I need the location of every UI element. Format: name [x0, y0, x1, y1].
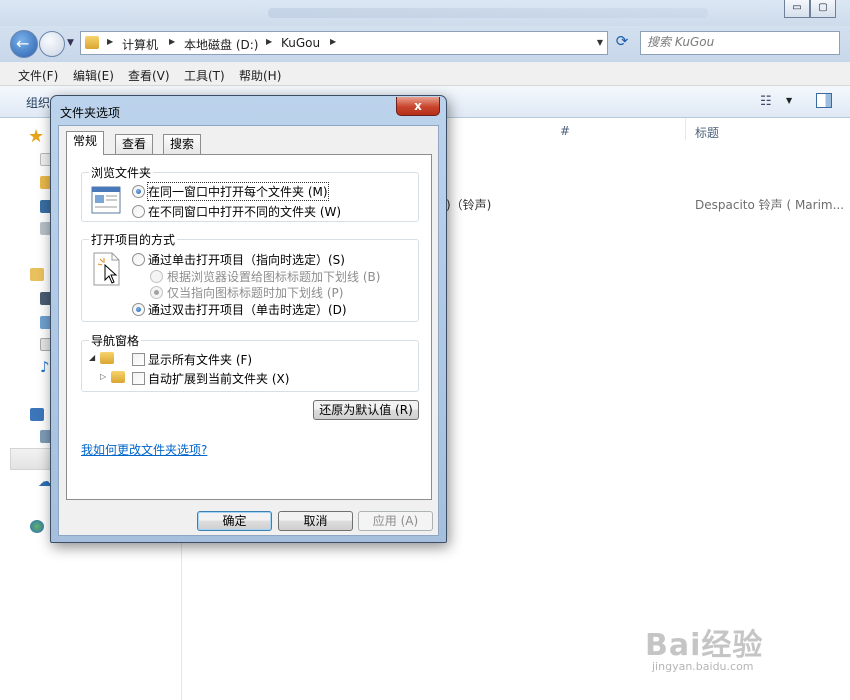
- menu-tools[interactable]: 工具(T): [184, 67, 225, 84]
- tab-search[interactable]: 搜索: [163, 134, 202, 154]
- radio-new-window[interactable]: [132, 205, 145, 218]
- tab-view-label: 查看: [122, 137, 147, 151]
- radio-double-click[interactable]: [132, 303, 145, 316]
- libraries-icon[interactable]: [30, 268, 44, 281]
- search-box[interactable]: [640, 31, 840, 55]
- folder-icon: [100, 352, 114, 364]
- column-header-title[interactable]: 标题: [695, 124, 719, 141]
- forward-button[interactable]: [39, 31, 65, 57]
- file-name-cell[interactable]: )（铃声): [446, 196, 491, 213]
- menu-help[interactable]: 帮助(H): [239, 67, 281, 84]
- click-items-group: 打开项目的方式 通过单击打开项目（指向时选定）(S) 根据浏览器设置给图标标题加…: [81, 231, 419, 322]
- dialog-title: 文件夹选项: [60, 106, 121, 120]
- dialog-body: 常规 查看 搜索 浏览文件夹 在同一窗口中打开每个文件夹 (M) 在不同窗口中打…: [58, 125, 439, 536]
- preview-pane-icon[interactable]: [816, 93, 832, 108]
- tree-collapsed-icon: ▷: [100, 372, 107, 381]
- radio-underline-browser: [150, 270, 163, 283]
- blurred-title-text: [268, 8, 708, 18]
- baidu-watermark-logo: Bai经验: [645, 628, 764, 663]
- radio-single-click[interactable]: [132, 253, 145, 266]
- tab-search-label: 搜索: [170, 137, 195, 151]
- click-items-title: 打开项目的方式: [89, 231, 178, 248]
- option-underline-browser: 根据浏览器设置给图标标题加下划线 (B): [167, 270, 381, 284]
- music-library-icon[interactable]: ♪: [40, 358, 50, 376]
- computer-icon[interactable]: [30, 408, 44, 421]
- navigation-pane-title: 导航窗格: [89, 332, 142, 349]
- general-tab-panel: 浏览文件夹 在同一窗口中打开每个文件夹 (M) 在不同窗口中打开不同的文件夹 (…: [66, 154, 432, 500]
- folder-icon: [111, 371, 125, 383]
- menu-bar: 文件(F) 编辑(E) 查看(V) 工具(T) 帮助(H): [0, 62, 850, 86]
- window-illustration-icon: [91, 186, 121, 214]
- breadcrumb-disk-d[interactable]: 本地磁盘 (D:): [184, 36, 258, 53]
- menu-edit[interactable]: 编辑(E): [73, 67, 114, 84]
- maximize-button[interactable]: ▢: [810, 0, 836, 18]
- column-divider[interactable]: [685, 118, 686, 140]
- column-header-number[interactable]: #: [560, 124, 570, 138]
- tab-general-label: 常规: [73, 134, 98, 148]
- option-show-all-folders[interactable]: 显示所有文件夹 (F): [148, 351, 252, 368]
- history-chevron-icon[interactable]: ▼: [67, 38, 74, 48]
- refresh-icon[interactable]: ⟳: [610, 32, 634, 54]
- minimize-button[interactable]: ▭: [784, 0, 810, 18]
- explorer-titlebar: ▭ ▢: [0, 0, 850, 26]
- radio-underline-hover: [150, 286, 163, 299]
- breadcrumb-separator-icon[interactable]: ▶: [266, 37, 272, 46]
- search-input[interactable]: [647, 35, 827, 49]
- back-arrow-icon: ←: [16, 34, 30, 53]
- file-title-cell[interactable]: Despacito 铃声 ( Marim...: [695, 196, 844, 213]
- tab-view[interactable]: 查看: [115, 134, 154, 154]
- favorites-star-icon[interactable]: ★: [28, 126, 44, 147]
- menu-view[interactable]: 查看(V): [128, 67, 170, 84]
- baidu-watermark-url: jingyan.baidu.com: [652, 660, 754, 673]
- address-bar[interactable]: ▶ 计算机 ▶ 本地磁盘 (D:) ▶ KuGou ▶ ▼: [80, 31, 608, 55]
- option-double-click[interactable]: 通过双击打开项目（单击时选定）(D): [148, 301, 347, 318]
- checkbox-auto-expand[interactable]: [132, 372, 145, 385]
- network-icon[interactable]: [30, 520, 44, 533]
- browse-folders-group: 浏览文件夹 在同一窗口中打开每个文件夹 (M) 在不同窗口中打开不同的文件夹 (…: [81, 164, 419, 222]
- tab-general[interactable]: 常规: [66, 131, 105, 155]
- dialog-close-button[interactable]: x: [396, 97, 440, 116]
- browse-folders-title: 浏览文件夹: [89, 164, 154, 181]
- breadcrumb-computer[interactable]: 计算机: [122, 36, 158, 53]
- menu-file[interactable]: 文件(F): [18, 67, 58, 84]
- radio-same-window[interactable]: [132, 185, 145, 198]
- pointer-click-illustration-icon: [93, 252, 120, 286]
- help-link[interactable]: 我如何更改文件夹选项?: [81, 441, 207, 458]
- option-new-window[interactable]: 在不同窗口中打开不同的文件夹 (W): [148, 203, 341, 220]
- breadcrumb-kugou[interactable]: KuGou: [281, 36, 320, 50]
- tree-expanded-icon: ◢: [89, 353, 96, 362]
- option-auto-expand[interactable]: 自动扩展到当前文件夹 (X): [148, 370, 289, 387]
- address-row: ← ▼ ▶ 计算机 ▶ 本地磁盘 (D:) ▶ KuGou ▶ ▼ ⟳: [0, 26, 850, 62]
- organize-button[interactable]: 组织: [26, 94, 50, 111]
- folder-icon: [85, 36, 99, 49]
- checkbox-show-all-folders[interactable]: [132, 353, 145, 366]
- ok-button[interactable]: 确定: [197, 511, 272, 531]
- view-dropdown-chevron-icon[interactable]: ▼: [786, 96, 792, 105]
- restore-defaults-button[interactable]: 还原为默认值 (R): [313, 400, 419, 420]
- address-dropdown-icon[interactable]: ▼: [597, 38, 603, 47]
- breadcrumb-separator-icon[interactable]: ▶: [330, 37, 336, 46]
- cancel-button[interactable]: 取消: [278, 511, 353, 531]
- folder-options-dialog: 文件夹选项 x 常规 查看 搜索 浏览文件夹 在同一窗口中打开每个文件夹 (M)…: [50, 95, 447, 543]
- option-single-click[interactable]: 通过单击打开项目（指向时选定）(S): [148, 251, 345, 268]
- change-view-icon[interactable]: ☷: [760, 94, 778, 109]
- breadcrumb-separator-icon[interactable]: ▶: [107, 37, 113, 46]
- back-button[interactable]: ←: [10, 30, 38, 58]
- option-underline-hover: 仅当指向图标标题时加下划线 (P): [167, 286, 344, 300]
- apply-button: 应用 (A): [358, 511, 433, 531]
- option-same-window[interactable]: 在同一窗口中打开每个文件夹 (M): [147, 182, 329, 201]
- breadcrumb-separator-icon[interactable]: ▶: [169, 37, 175, 46]
- navigation-pane-group: 导航窗格 ◢ ▷ 显示所有文件夹 (F) 自动扩展到当前文件夹 (X): [81, 332, 419, 392]
